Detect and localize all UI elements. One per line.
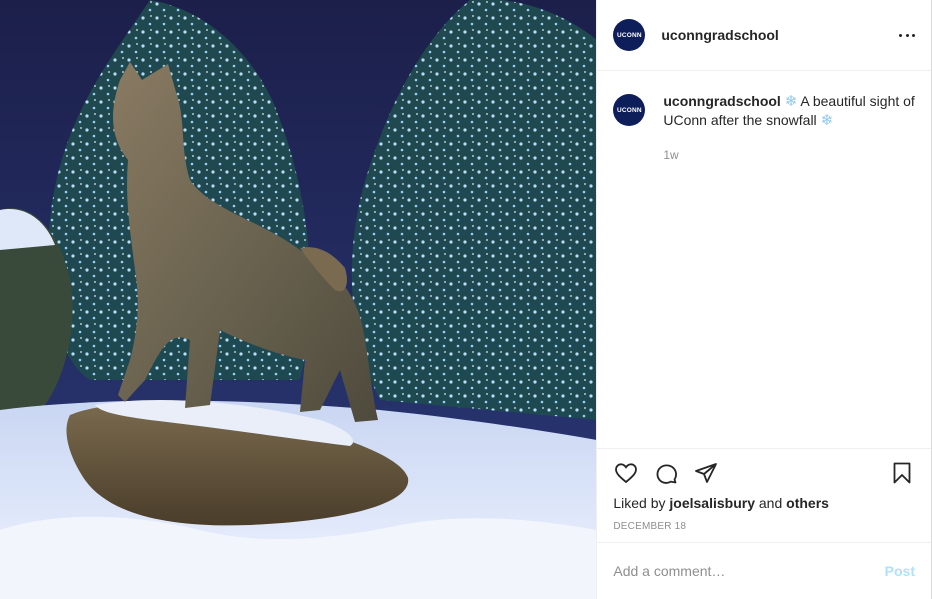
liked-by-user[interactable]: joelsalisbury bbox=[669, 495, 755, 511]
account-username[interactable]: uconngradschool bbox=[661, 27, 778, 43]
more-options-icon[interactable] bbox=[899, 25, 915, 45]
comment-input[interactable] bbox=[613, 563, 885, 579]
post-photo[interactable] bbox=[0, 0, 597, 599]
snowflake-icon: ❄ bbox=[784, 93, 798, 110]
caption-age[interactable]: 1w bbox=[663, 146, 919, 164]
post-details-panel: UCONN uconngradschool UCONN uconngradsch… bbox=[596, 0, 931, 599]
avatar-logo-text: UCONN bbox=[616, 31, 642, 39]
likes-joiner: and bbox=[758, 495, 783, 511]
post-date[interactable]: DECEMBER 18 bbox=[613, 521, 915, 532]
comment-box: Post bbox=[597, 542, 931, 599]
husky-statue-image bbox=[0, 0, 597, 599]
post-comment-button[interactable]: Post bbox=[885, 563, 915, 579]
post-header: UCONN uconngradschool bbox=[597, 0, 931, 71]
comment-icon[interactable] bbox=[653, 460, 679, 486]
post-caption: UCONN uconngradschool ❄ A beautiful sigh… bbox=[613, 92, 919, 164]
dot bbox=[912, 33, 915, 37]
caption-username[interactable]: uconngradschool bbox=[663, 93, 780, 109]
likes-prefix: Liked by bbox=[613, 495, 666, 511]
dot bbox=[905, 33, 909, 37]
action-icons-row bbox=[613, 449, 915, 497]
bookmark-icon[interactable] bbox=[889, 460, 915, 486]
heart-icon[interactable] bbox=[613, 460, 639, 486]
avatar-logo-text: UCONN bbox=[616, 106, 642, 114]
dot bbox=[899, 33, 902, 37]
caption-avatar[interactable]: UCONN bbox=[613, 94, 646, 126]
avatar[interactable]: UCONN bbox=[613, 19, 646, 51]
caption-body: uconngradschool ❄ A beautiful sight of U… bbox=[663, 92, 919, 164]
likes-summary: Liked by joelsalisbury and others bbox=[613, 495, 915, 511]
post-actions: Liked by joelsalisbury and others DECEMB… bbox=[597, 448, 931, 532]
share-icon[interactable] bbox=[693, 460, 719, 486]
instagram-post: UCONN uconngradschool UCONN uconngradsch… bbox=[0, 0, 932, 599]
snowflake-icon: ❄ bbox=[820, 112, 834, 129]
likes-others-link[interactable]: others bbox=[786, 495, 829, 511]
